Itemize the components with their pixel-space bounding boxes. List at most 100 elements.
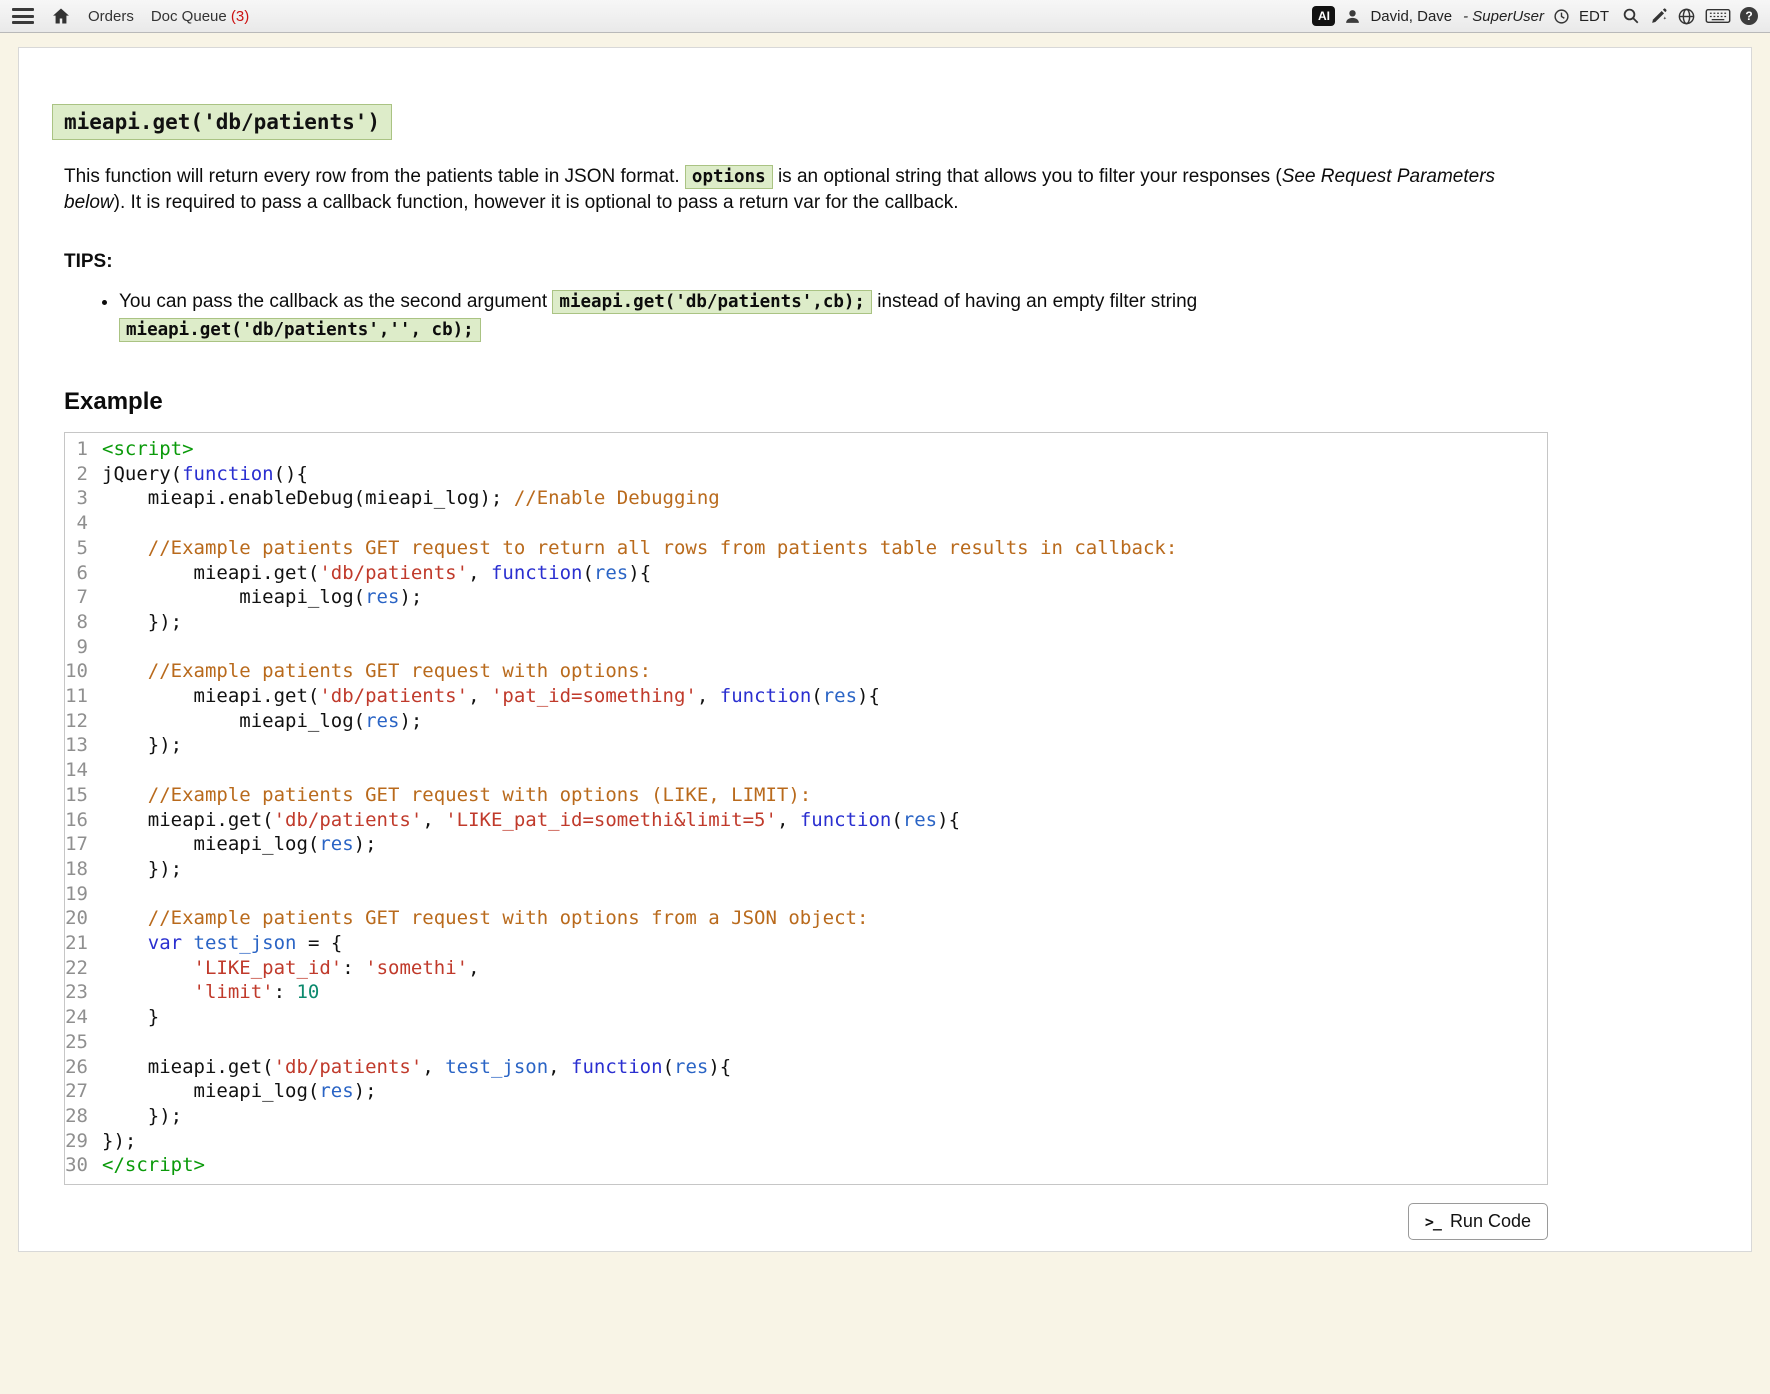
topbar: Orders Doc Queue (3) AI David, Dave - Su… <box>0 0 1770 33</box>
doc-queue-label: Doc Queue <box>151 8 227 25</box>
code-line: 16 mieapi.get('db/patients', 'LIKE_pat_i… <box>65 808 1547 833</box>
line-number: 18 <box>65 857 95 882</box>
terminal-prompt-icon: >_ <box>1425 1213 1441 1231</box>
tips-list: You can pass the callback as the second … <box>64 288 1524 344</box>
code-text <box>95 635 113 660</box>
code-text: mieapi_log(res); <box>95 832 377 857</box>
line-number: 29 <box>65 1129 95 1154</box>
edit-pencil-icon[interactable] <box>1649 7 1668 26</box>
code-line: 30</script> <box>65 1153 1547 1178</box>
run-code-button[interactable]: >_ Run Code <box>1408 1203 1548 1240</box>
code-text <box>95 882 113 907</box>
code-line: 5 //Example patients GET request to retu… <box>65 536 1547 561</box>
code-line: 19 <box>65 882 1547 907</box>
line-number: 3 <box>65 486 95 511</box>
line-number: 2 <box>65 462 95 487</box>
code-text: mieapi.get('db/patients', function(res){ <box>95 561 651 586</box>
code-line: 10 //Example patients GET request with o… <box>65 659 1547 684</box>
tips-heading: TIPS: <box>64 251 1573 273</box>
code-text: jQuery(function(){ <box>95 462 308 487</box>
code-line: 25 <box>65 1030 1547 1055</box>
line-number: 22 <box>65 956 95 981</box>
line-number: 1 <box>65 437 95 462</box>
line-number: 20 <box>65 906 95 931</box>
doc-queue-count: (3) <box>231 8 249 25</box>
code-line: 15 //Example patients GET request with o… <box>65 783 1547 808</box>
line-number: 10 <box>65 659 95 684</box>
code-line: 20 //Example patients GET request with o… <box>65 906 1547 931</box>
code-text: mieapi.get('db/patients', 'LIKE_pat_id=s… <box>95 808 960 833</box>
text-segment: This function will return every row from… <box>64 166 685 187</box>
code-line: 14 <box>65 758 1547 783</box>
line-number: 8 <box>65 610 95 635</box>
line-number: 24 <box>65 1005 95 1030</box>
example-heading: Example <box>64 388 1573 416</box>
code-line: 9 <box>65 635 1547 660</box>
line-number: 14 <box>65 758 95 783</box>
code-text: mieapi_log(res); <box>95 1079 377 1104</box>
line-number: 5 <box>65 536 95 561</box>
line-number: 26 <box>65 1055 95 1080</box>
ai-assistant-icon[interactable]: AI <box>1312 6 1335 26</box>
code-line: 27 mieapi_log(res); <box>65 1079 1547 1104</box>
search-icon[interactable] <box>1622 7 1640 25</box>
timezone-label[interactable]: EDT <box>1579 8 1609 25</box>
line-number: 27 <box>65 1079 95 1104</box>
nav-doc-queue[interactable]: Doc Queue (3) <box>151 8 249 25</box>
line-number: 12 <box>65 709 95 734</box>
text-segment: ). It is required to pass a callback fun… <box>114 192 959 213</box>
code-line: 22 'LIKE_pat_id': 'somethi', <box>65 956 1547 981</box>
text-segment: is an optional string that allows you to… <box>773 166 1282 187</box>
code-line: 1<script> <box>65 437 1547 462</box>
code-editor[interactable]: 1<script>2jQuery(function(){3 mieapi.ena… <box>64 432 1548 1185</box>
code-text: //Example patients GET request with opti… <box>95 659 651 684</box>
code-line: 24 } <box>65 1005 1547 1030</box>
code-line: 8 }); <box>65 610 1547 635</box>
code-text <box>95 511 113 536</box>
line-number: 6 <box>65 561 95 586</box>
menu-icon[interactable] <box>12 8 34 24</box>
run-code-label: Run Code <box>1450 1211 1531 1232</box>
code-text: 'limit': 10 <box>95 980 319 1005</box>
code-text: mieapi.get('db/patients', 'pat_id=someth… <box>95 684 880 709</box>
code-line: 2jQuery(function(){ <box>65 462 1547 487</box>
line-number: 13 <box>65 733 95 758</box>
globe-icon[interactable] <box>1677 7 1696 26</box>
clock-icon[interactable] <box>1553 8 1570 25</box>
page-title: mieapi.get('db/patients') <box>52 104 392 140</box>
code-text: //Example patients GET request to return… <box>95 536 1177 561</box>
code-line: 29}); <box>65 1129 1547 1154</box>
line-number: 15 <box>65 783 95 808</box>
code-text: mieapi.enableDebug(mieapi_log); //Enable… <box>95 486 720 511</box>
home-icon[interactable] <box>51 6 71 26</box>
code-line: 7 mieapi_log(res); <box>65 585 1547 610</box>
code-text: mieapi.get('db/patients', test_json, fun… <box>95 1055 731 1080</box>
code-text: //Example patients GET request with opti… <box>95 783 811 808</box>
line-number: 25 <box>65 1030 95 1055</box>
code-line: 26 mieapi.get('db/patients', test_json, … <box>65 1055 1547 1080</box>
code-text: <script> <box>95 437 194 462</box>
line-number: 17 <box>65 832 95 857</box>
code-text: var test_json = { <box>95 931 342 956</box>
content-card: mieapi.get('db/patients') This function … <box>18 47 1752 1252</box>
line-number: 19 <box>65 882 95 907</box>
code-line: 13 }); <box>65 733 1547 758</box>
line-number: 28 <box>65 1104 95 1129</box>
code-line: 17 mieapi_log(res); <box>65 832 1547 857</box>
code-text: mieapi_log(res); <box>95 709 422 734</box>
line-number: 4 <box>65 511 95 536</box>
user-name[interactable]: David, Dave <box>1370 8 1452 25</box>
line-number: 23 <box>65 980 95 1005</box>
keyboard-icon[interactable] <box>1705 7 1731 25</box>
code-line: 11 mieapi.get('db/patients', 'pat_id=som… <box>65 684 1547 709</box>
inline-code: mieapi.get('db/patients',cb); <box>552 290 872 314</box>
line-number: 30 <box>65 1153 95 1178</box>
code-line: 23 'limit': 10 <box>65 980 1547 1005</box>
code-line: 21 var test_json = { <box>65 931 1547 956</box>
help-icon[interactable]: ? <box>1740 7 1758 25</box>
tip-item: You can pass the callback as the second … <box>119 288 1524 344</box>
code-line: 12 mieapi_log(res); <box>65 709 1547 734</box>
code-text: }); <box>95 733 182 758</box>
nav-orders[interactable]: Orders <box>88 8 134 25</box>
code-text: }); <box>95 857 182 882</box>
